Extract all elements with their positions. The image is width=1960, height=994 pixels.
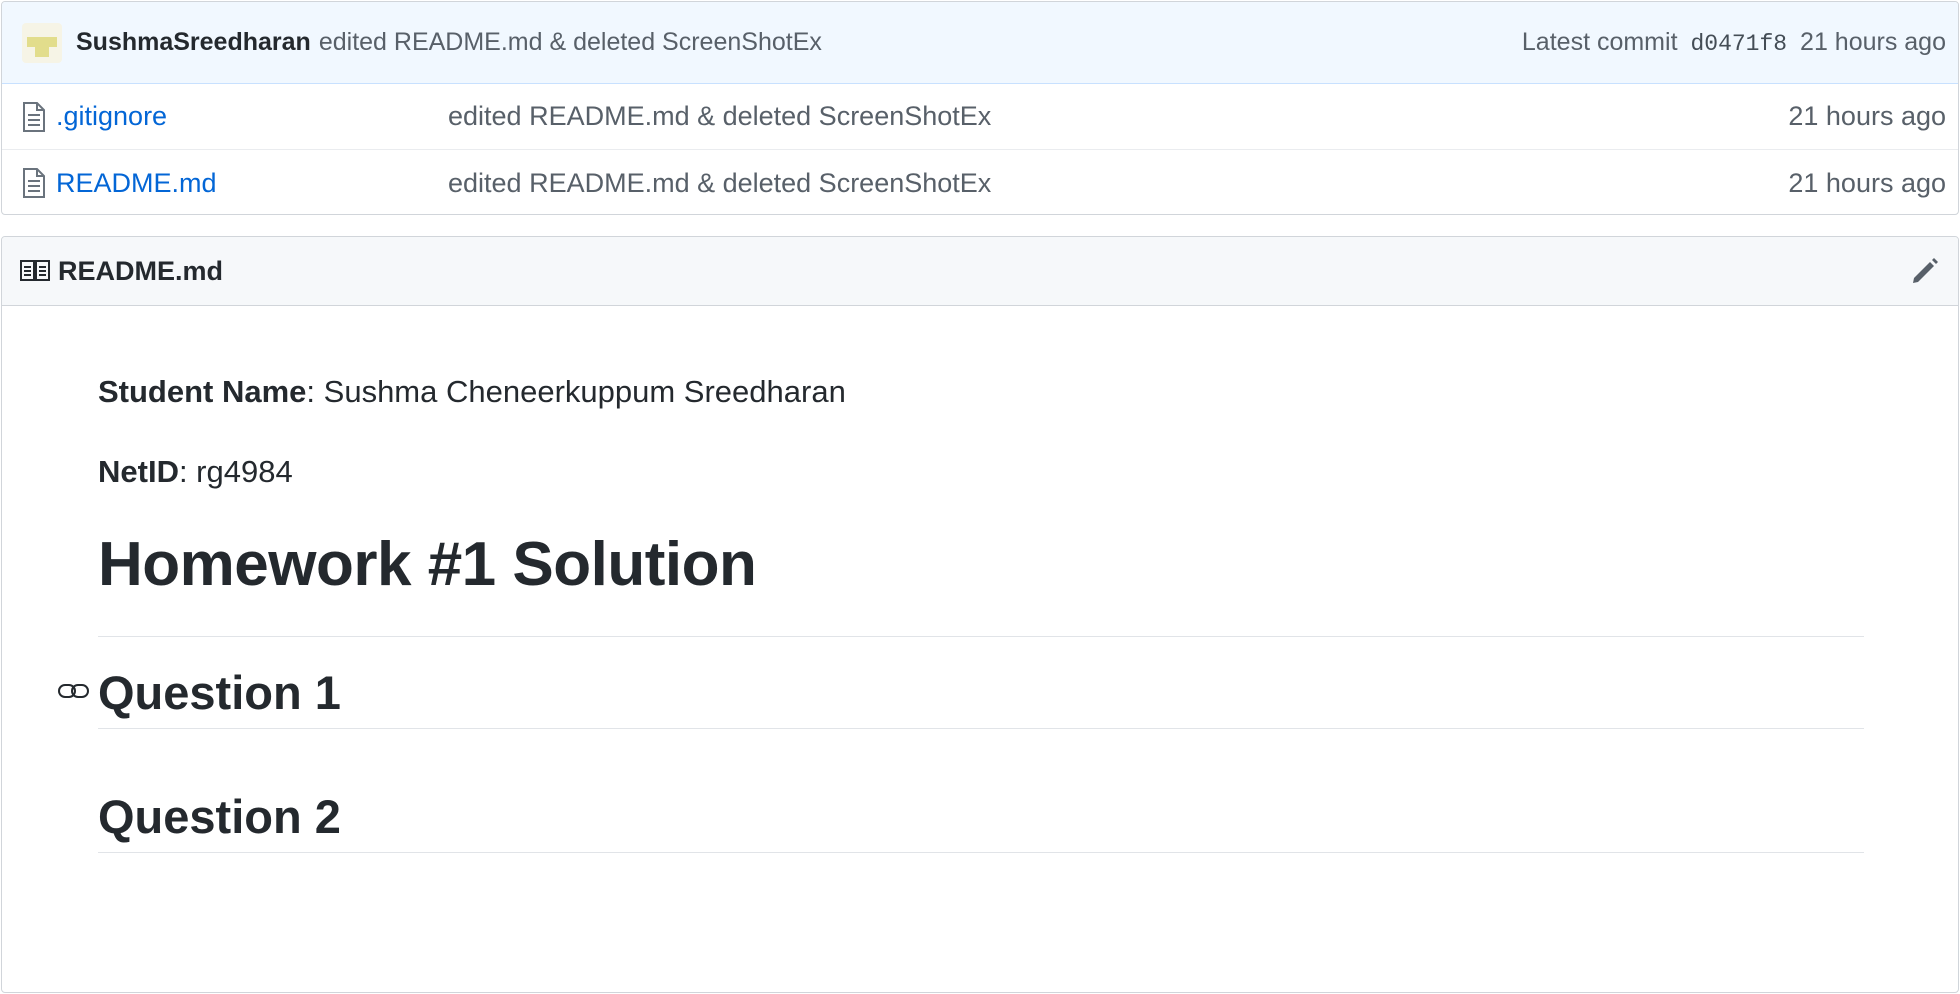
file-commit-message-link[interactable]: edited README.md & deleted ScreenShotEx (448, 168, 991, 199)
student-name-paragraph: Student Name: Sushma Cheneerkuppum Sreed… (98, 374, 846, 410)
heading-question-2: Question 2 (98, 781, 1864, 853)
book-icon (20, 260, 50, 281)
file-icon (23, 168, 45, 198)
student-name-label: Student Name (98, 374, 307, 409)
heading-question-2-text: Question 2 (98, 790, 341, 843)
link-icon[interactable] (58, 679, 90, 703)
commit-age: 21 hours ago (1800, 28, 1946, 56)
netid-value: : rg4984 (178, 454, 293, 489)
file-age: 21 hours ago (1788, 101, 1946, 131)
latest-commit-bar: SushmaSreedharan edited README.md & dele… (2, 2, 1958, 84)
netid-label: NetID (98, 454, 179, 489)
file-icon (23, 101, 45, 132)
latest-commit-info: Latest commit d0471f8 21 hours ago (1522, 28, 1946, 57)
heading-question-1-text: Question 1 (98, 666, 341, 719)
student-name-value: : Sushma Cheneerkuppum Sreedharan (306, 374, 846, 409)
file-row: .gitignore edited README.md & deleted Sc… (2, 84, 1958, 150)
commit-sha-link[interactable]: d0471f8 (1690, 31, 1787, 57)
netid-paragraph: NetID: rg4984 (98, 454, 293, 490)
file-name-link[interactable]: README.md (56, 168, 448, 199)
heading-question-1: Question 1 (58, 657, 1864, 729)
commit-message-link[interactable]: edited README.md & deleted ScreenShotEx (319, 28, 822, 57)
readme-panel: README.md Student Name: Sushma Cheneerku… (1, 236, 1959, 993)
file-commit-message-link[interactable]: edited README.md & deleted ScreenShotEx (448, 101, 991, 132)
commit-author-link[interactable]: SushmaSreedharan (76, 28, 311, 57)
heading-homework-text: Homework #1 Solution (98, 530, 757, 599)
edit-readme-button[interactable] (1908, 254, 1942, 288)
file-listing: SushmaSreedharan edited README.md & dele… (1, 1, 1959, 215)
heading-homework: Homework #1 Solution (98, 521, 1864, 637)
latest-commit-label: Latest commit (1521, 28, 1678, 56)
readme-header: README.md (2, 237, 1958, 306)
pencil-icon (1913, 258, 1938, 283)
readme-title: README.md (58, 255, 224, 286)
file-age: 21 hours ago (1788, 167, 1946, 198)
file-row: README.md edited README.md & deleted Scr… (2, 150, 1958, 214)
file-name-link[interactable]: .gitignore (56, 101, 448, 132)
author-avatar[interactable] (22, 22, 62, 63)
